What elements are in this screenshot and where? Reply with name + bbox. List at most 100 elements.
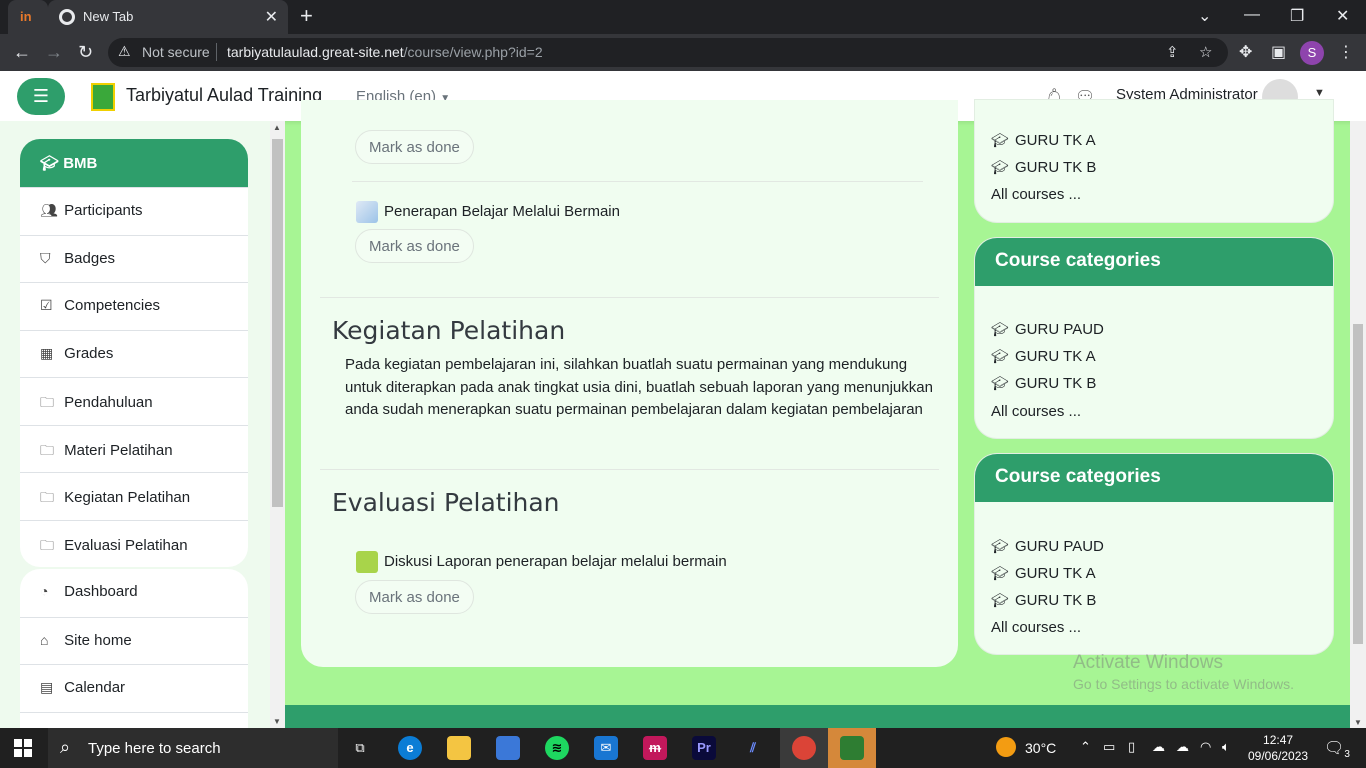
chrome-taskbar-icon: [792, 736, 816, 760]
new-tab-button[interactable]: +: [300, 5, 313, 27]
course-nav-heading[interactable]: 🎓︎ BMB: [20, 139, 248, 187]
category-link[interactable]: 🎓︎ GURU TK B: [991, 159, 1096, 176]
restore-button[interactable]: ❐: [1290, 6, 1304, 26]
nav-item-dashboard[interactable]: ◔ Dashboard: [20, 569, 248, 617]
url-divider: [216, 43, 217, 61]
windows-start-icon[interactable]: [14, 739, 32, 757]
activity-url[interactable]: Penerapan Belajar Melalui Bermain: [356, 201, 620, 223]
page-scrollbar[interactable]: ▼: [1350, 121, 1366, 728]
nav-item-badges[interactable]: ⛉ Badges: [20, 234, 248, 283]
page-scroll-thumb[interactable]: [1353, 324, 1363, 644]
cloud-icon[interactable]: ☁: [1152, 739, 1165, 755]
nav-item-kegiatan-pelatihan[interactable]: 🗀 Kegiatan Pelatihan: [20, 472, 248, 520]
nav-item-competencies[interactable]: ☑ Competencies: [20, 282, 248, 330]
cloud-sync-icon[interactable]: ☁: [1176, 739, 1189, 755]
premiere-pro-icon[interactable]: Pr: [692, 736, 716, 760]
forward-button[interactable]: →: [45, 42, 63, 63]
site-logo[interactable]: [91, 83, 115, 111]
drawer-scrollbar[interactable]: ▲ ▼: [270, 121, 285, 728]
battery-icon[interactable]: ▭: [1103, 739, 1115, 755]
weather-sun-icon[interactable]: [996, 737, 1016, 757]
site-name[interactable]: Tarbiyatul Aulad Training: [126, 85, 322, 106]
close-tab-icon[interactable]: ✕: [265, 7, 278, 27]
nav-item-site-home[interactable]: ⌂ Site home: [20, 616, 248, 665]
chrome-taskbar-button[interactable]: [780, 728, 828, 768]
nav-item-calendar[interactable]: ▤ Calendar: [20, 664, 248, 712]
category-link[interactable]: 🎓︎ GURU PAUD: [991, 538, 1104, 555]
pen-tool-icon[interactable]: ⫽: [741, 736, 765, 760]
block-title: Course categories: [975, 454, 1333, 502]
volume-icon[interactable]: 🔈︎: [1222, 739, 1230, 755]
nav-drawer: 🎓︎ BMB 👥︎ Participants ⛉ Badges ☑ Compet…: [0, 121, 285, 728]
bookmark-star-icon[interactable]: ☆: [1199, 43, 1212, 61]
activity-forum[interactable]: Diskusi Laporan penerapan belajar melalu…: [356, 551, 727, 573]
wifi-icon[interactable]: ◠: [1200, 739, 1211, 755]
section-title-evaluasi[interactable]: Evaluasi Pelatihan: [332, 488, 560, 517]
back-button[interactable]: ←: [13, 42, 31, 63]
tab-active[interactable]: New Tab ✕: [48, 0, 288, 34]
nav-item-grades[interactable]: ▦ Grades: [20, 329, 248, 378]
all-courses-link[interactable]: All courses ...: [991, 619, 1081, 636]
mark-as-done-button[interactable]: Mark as done: [355, 580, 474, 614]
edge-icon[interactable]: e: [398, 736, 422, 760]
mendeley-icon[interactable]: ᵯ: [643, 736, 667, 760]
tab-search-icon[interactable]: ⌄: [1198, 6, 1211, 26]
section-divider: [320, 469, 939, 470]
share-icon[interactable]: ⇪: [1166, 43, 1179, 61]
browser-menu-icon[interactable]: ⋮: [1338, 42, 1354, 62]
side-panel-icon[interactable]: ▣: [1271, 42, 1286, 62]
graduation-cap-icon: 🎓︎: [991, 348, 1009, 364]
url-bar[interactable]: ⚠ Not secure tarbiyatulaulad.great-site.…: [108, 38, 1228, 67]
device-icon[interactable]: ▯: [1128, 739, 1135, 755]
tab-title: New Tab: [83, 9, 134, 24]
store-icon[interactable]: [496, 736, 520, 760]
all-courses-link[interactable]: All courses ...: [991, 403, 1081, 420]
nav-item-label: Site home: [64, 631, 132, 649]
tray-chevron-icon[interactable]: ⌃: [1080, 739, 1091, 755]
all-courses-link[interactable]: All courses ...: [991, 186, 1081, 203]
graduation-cap-icon: 🎓︎: [991, 565, 1009, 581]
category-link[interactable]: 🎓︎ GURU TK B: [991, 592, 1096, 609]
category-name: GURU TK A: [1015, 132, 1096, 149]
reload-button[interactable]: ↻: [78, 42, 93, 63]
taskbar-clock[interactable]: 12:47 09/06/2023: [1248, 732, 1308, 764]
spotify-icon[interactable]: ≋: [545, 736, 569, 760]
tab-pinned[interactable]: in: [8, 0, 48, 34]
minimize-button[interactable]: —: [1244, 6, 1260, 24]
temperature[interactable]: 30°C: [1025, 740, 1056, 756]
graduation-cap-icon: 🎓︎: [991, 132, 1009, 148]
app-taskbar-button[interactable]: [828, 728, 876, 768]
scroll-up-arrow-icon[interactable]: ▲: [273, 123, 281, 132]
extensions-icon[interactable]: ✥: [1239, 42, 1252, 62]
scroll-down-arrow-icon[interactable]: ▼: [273, 717, 281, 726]
mark-as-done-button[interactable]: Mark as done: [355, 130, 474, 164]
category-link[interactable]: 🎓︎ GURU TK A: [991, 565, 1096, 582]
section-title-kegiatan[interactable]: Kegiatan Pelatihan: [332, 316, 565, 345]
drawer-toggle-button[interactable]: ☰: [17, 78, 65, 115]
mark-as-done-button[interactable]: Mark as done: [355, 229, 474, 263]
task-view-icon[interactable]: ⧉: [348, 736, 372, 760]
user-menu-caret-icon[interactable]: ▼: [1314, 87, 1325, 99]
nav-item-partial[interactable]: [20, 711, 248, 729]
forum-icon: [356, 551, 378, 573]
profile-avatar[interactable]: S: [1300, 41, 1324, 65]
close-window-button[interactable]: ✕: [1336, 6, 1349, 26]
drawer-scroll-thumb[interactable]: [272, 139, 283, 507]
scroll-down-arrow-icon[interactable]: ▼: [1354, 718, 1362, 727]
category-link[interactable]: 🎓︎ GURU PAUD: [991, 321, 1104, 338]
notification-center-icon[interactable]: 🗨︎3: [1324, 738, 1350, 760]
table-icon: ▦: [40, 344, 54, 361]
category-link[interactable]: 🎓︎ GURU TK B: [991, 375, 1096, 392]
category-link[interactable]: 🎓︎ GURU TK A: [991, 348, 1096, 365]
mail-icon[interactable]: ✉: [594, 736, 618, 760]
category-link[interactable]: 🎓︎ GURU TK A: [991, 132, 1096, 149]
nav-item-pendahuluan[interactable]: 🗀 Pendahuluan: [20, 377, 248, 425]
activity-name: Diskusi Laporan penerapan belajar melalu…: [384, 552, 727, 570]
nav-item-participants[interactable]: 👥︎ Participants: [20, 187, 248, 235]
file-explorer-icon[interactable]: [447, 736, 471, 760]
folder-icon: 🗀: [40, 536, 54, 553]
nav-item-materi-pelatihan[interactable]: 🗀 Materi Pelatihan: [20, 424, 248, 473]
taskbar-search[interactable]: ⌕ Type here to search: [48, 728, 338, 768]
nav-item-evaluasi-pelatihan[interactable]: 🗀 Evaluasi Pelatihan: [20, 519, 248, 568]
invision-icon: in: [20, 9, 32, 24]
